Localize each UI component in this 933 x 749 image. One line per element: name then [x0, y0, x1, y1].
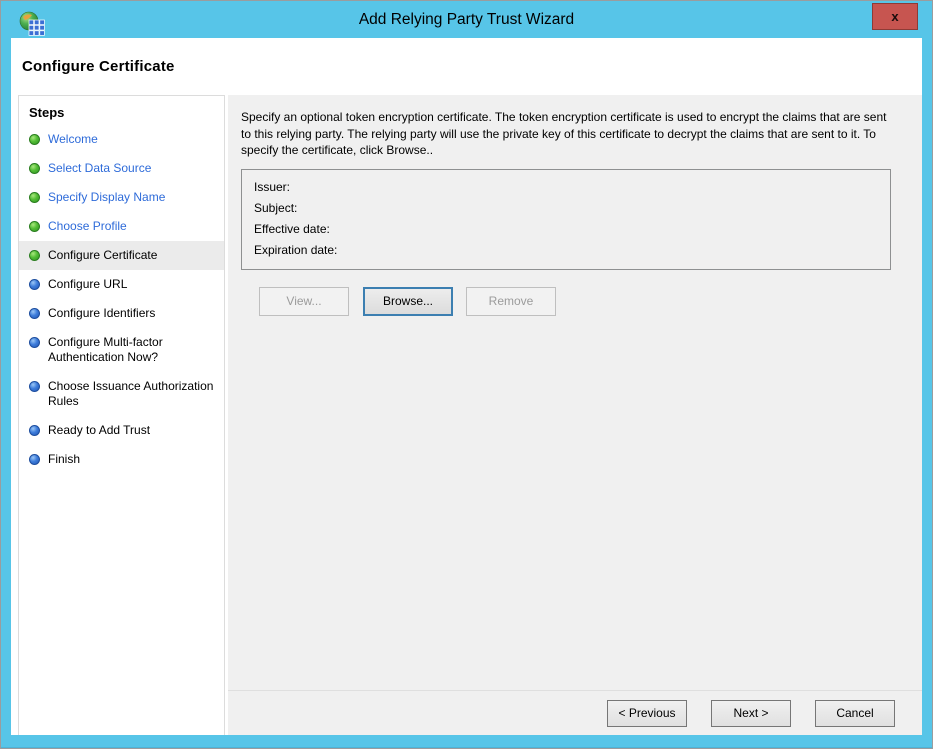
sidebar-item-select-data-source[interactable]: Select Data Source [19, 154, 224, 183]
cert-issuer-label: Issuer: [254, 177, 878, 198]
view-button[interactable]: View... [259, 287, 349, 316]
sidebar-item-configure-certificate: Configure Certificate [19, 241, 224, 270]
step-upcoming-bullet-icon [29, 425, 40, 436]
cert-expiration-date-label: Expiration date: [254, 240, 878, 261]
steps-heading: Steps [19, 96, 224, 125]
sidebar-item-label: Ready to Add Trust [48, 423, 150, 438]
wizard-footer: < Previous Next > Cancel [228, 690, 922, 735]
step-upcoming-bullet-icon [29, 454, 40, 465]
previous-button[interactable]: < Previous [607, 700, 687, 727]
step-current-bullet-icon [29, 250, 40, 261]
page-title: Configure Certificate [22, 58, 175, 75]
certificate-details-box: Issuer: Subject: Effective date: Expirat… [241, 169, 891, 270]
cert-subject-label: Subject: [254, 198, 878, 219]
sidebar-item-configure-mfa: Configure Multi-factor Authentication No… [19, 328, 224, 372]
step-completed-bullet-icon [29, 163, 40, 174]
sidebar-item-configure-url: Configure URL [19, 270, 224, 299]
sidebar-item-finish: Finish [19, 445, 224, 474]
wizard-window: Add Relying Party Trust Wizard x Configu… [0, 0, 933, 749]
sidebar-item-choose-profile[interactable]: Choose Profile [19, 212, 224, 241]
steps-sidebar: Steps Welcome Select Data Source Specify… [18, 95, 225, 735]
close-button[interactable]: x [872, 3, 918, 30]
sidebar-item-label: Configure Certificate [48, 248, 157, 263]
cancel-button[interactable]: Cancel [815, 700, 895, 727]
sidebar-item-configure-identifiers: Configure Identifiers [19, 299, 224, 328]
step-upcoming-bullet-icon [29, 337, 40, 348]
step-completed-bullet-icon [29, 192, 40, 203]
sidebar-item-label: Select Data Source [48, 161, 151, 176]
sidebar-item-label: Finish [48, 452, 80, 467]
remove-button[interactable]: Remove [466, 287, 556, 316]
sidebar-item-label: Welcome [48, 132, 98, 147]
next-button[interactable]: Next > [711, 700, 791, 727]
page-description: Specify an optional token encryption cer… [241, 109, 898, 159]
step-upcoming-bullet-icon [29, 279, 40, 290]
sidebar-item-label: Specify Display Name [48, 190, 165, 205]
sidebar-item-choose-issuance-rules: Choose Issuance Authorization Rules [19, 372, 224, 416]
sidebar-item-label: Configure Identifiers [48, 306, 155, 321]
titlebar: Add Relying Party Trust Wizard x [2, 2, 931, 38]
sidebar-item-label: Choose Issuance Authorization Rules [48, 379, 218, 409]
cert-effective-date-label: Effective date: [254, 219, 878, 240]
browse-button[interactable]: Browse... [363, 287, 453, 316]
sidebar-item-welcome[interactable]: Welcome [19, 125, 224, 154]
sidebar-item-label: Configure Multi-factor Authentication No… [48, 335, 218, 365]
step-upcoming-bullet-icon [29, 308, 40, 319]
sidebar-item-ready-to-add-trust: Ready to Add Trust [19, 416, 224, 445]
sidebar-item-label: Choose Profile [48, 219, 127, 234]
step-completed-bullet-icon [29, 221, 40, 232]
step-completed-bullet-icon [29, 134, 40, 145]
step-upcoming-bullet-icon [29, 381, 40, 392]
sidebar-item-label: Configure URL [48, 277, 127, 292]
window-title: Add Relying Party Trust Wizard [2, 11, 931, 29]
page-header: Configure Certificate [11, 38, 922, 95]
client-area: Configure Certificate Steps Welcome Sele… [11, 38, 922, 735]
main-pane: Specify an optional token encryption cer… [228, 95, 922, 735]
sidebar-item-specify-display-name[interactable]: Specify Display Name [19, 183, 224, 212]
